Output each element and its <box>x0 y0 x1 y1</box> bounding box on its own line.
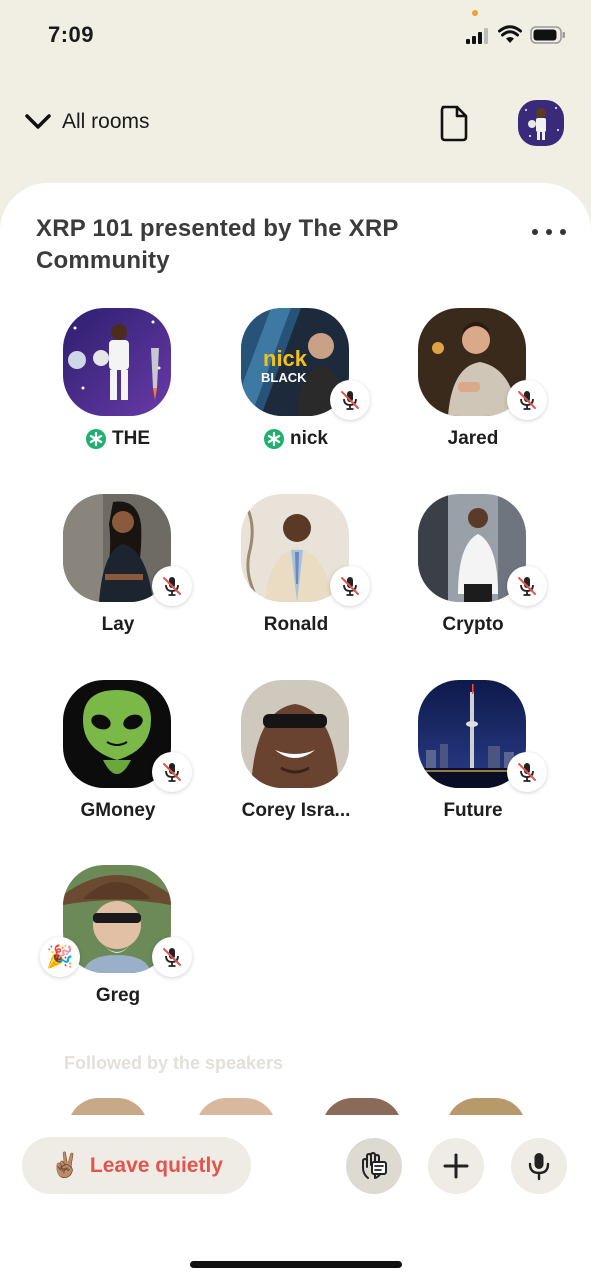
speaker-tile[interactable]: nick BLACK nick <box>216 308 376 468</box>
chevron-down-icon <box>25 114 51 129</box>
muted-badge <box>330 380 370 420</box>
mic-muted-icon <box>163 948 181 967</box>
svg-text:nick: nick <box>263 346 308 371</box>
speaker-tile[interactable]: Jared <box>393 308 553 468</box>
top-nav: All rooms <box>0 96 591 152</box>
wifi-icon <box>498 25 522 43</box>
dot-icon <box>532 229 538 235</box>
party-popper-icon: 🎉 <box>46 944 74 969</box>
muted-badge <box>152 752 192 792</box>
bottom-action-bar: ✌🏽 Leave quietly <box>0 1115 591 1280</box>
mic-muted-icon <box>518 577 536 596</box>
speaker-tile[interactable]: Corey Isra... <box>216 680 376 840</box>
raise-hand-icon <box>362 1152 387 1179</box>
mic-muted-icon <box>341 391 359 410</box>
speaker-tile[interactable]: Crypto <box>393 494 553 654</box>
home-indicator <box>190 1261 402 1268</box>
speaker-name: Future <box>443 800 503 821</box>
add-people-button[interactable] <box>428 1138 484 1194</box>
mic-muted-icon <box>518 763 536 782</box>
status-time: 7:09 <box>48 22 95 47</box>
speaker-name: Ronald <box>263 614 329 635</box>
muted-badge <box>507 380 547 420</box>
speaker-name: Corey Isra... <box>241 800 351 821</box>
speaker-tile[interactable]: THE <box>38 308 198 468</box>
all-rooms-button[interactable]: All rooms <box>22 106 150 138</box>
raise-hand-button[interactable] <box>346 1138 402 1194</box>
leave-quietly-button[interactable]: ✌🏽 Leave quietly <box>22 1137 251 1194</box>
muted-badge <box>507 752 547 792</box>
all-rooms-label: All rooms <box>62 110 150 133</box>
mic-muted-icon <box>341 577 359 596</box>
muted-badge <box>152 566 192 606</box>
speaker-name: THE <box>38 428 198 450</box>
speaker-name: nick <box>216 428 376 450</box>
muted-badge <box>507 566 547 606</box>
recording-dot <box>472 10 478 16</box>
speaker-tile[interactable]: GMoney <box>38 680 198 840</box>
dot-icon <box>546 229 552 235</box>
dot-icon <box>560 229 566 235</box>
moderator-icon <box>263 429 284 449</box>
battery-icon <box>530 26 565 44</box>
peace-hand-icon: ✌🏽 <box>50 1152 80 1179</box>
followed-by-speakers-label: Followed by the speakers <box>64 1053 284 1073</box>
plus-icon <box>443 1153 469 1179</box>
speaker-name: Crypto <box>442 614 504 635</box>
leave-quietly-label: Leave quietly <box>89 1153 223 1177</box>
speaker-tile[interactable]: Future <box>393 680 553 840</box>
mic-muted-icon <box>163 577 181 596</box>
muted-badge <box>330 566 370 606</box>
document-icon[interactable] <box>438 104 470 142</box>
speaker-avatar[interactable] <box>63 308 171 416</box>
svg-text:BLACK: BLACK <box>261 370 307 385</box>
signal-icon <box>466 28 488 44</box>
room-title: XRP 101 presented by The XRP Community <box>36 215 399 274</box>
speaker-tile[interactable]: 🎉 Greg <box>38 865 198 1025</box>
speaker-name: GMoney <box>80 800 156 821</box>
my-profile-avatar[interactable] <box>518 100 564 146</box>
speaker-tile[interactable]: Ronald <box>216 494 376 654</box>
more-options-button[interactable] <box>532 227 566 237</box>
mic-muted-icon <box>518 391 536 410</box>
speaker-name: Greg <box>95 985 141 1006</box>
speaker-name: Lay <box>101 614 135 635</box>
moderator-icon <box>86 429 106 449</box>
party-badge: 🎉 <box>40 937 80 977</box>
speaker-name: Jared <box>447 428 499 449</box>
muted-badge <box>152 937 192 977</box>
status-bar: 7:09 <box>0 0 591 70</box>
microphone-icon <box>528 1153 550 1181</box>
mic-muted-icon <box>163 763 181 782</box>
speaker-tile[interactable]: Lay <box>38 494 198 654</box>
microphone-button[interactable] <box>511 1138 567 1194</box>
speaker-avatar[interactable] <box>241 680 349 788</box>
